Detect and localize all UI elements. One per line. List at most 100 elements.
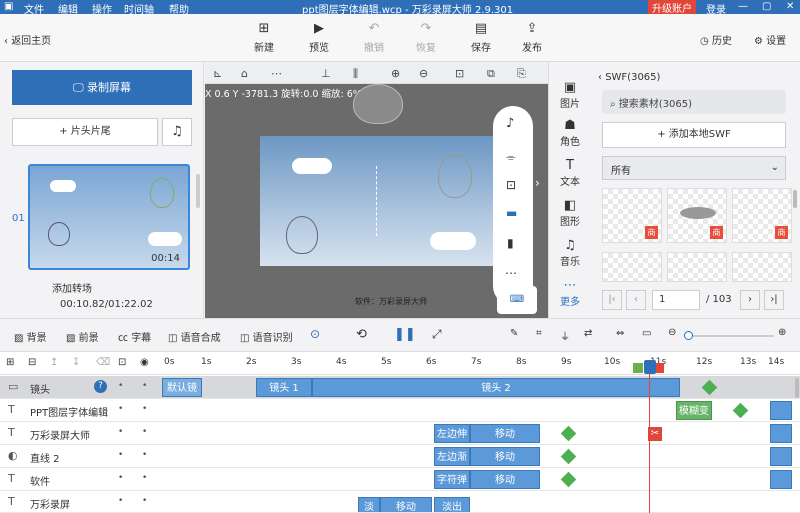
eye-icon[interactable]: ◉ xyxy=(140,357,149,368)
brush-icon[interactable]: ⌯ xyxy=(506,150,516,165)
add-transition-link[interactable]: 添加转场 xyxy=(52,280,92,295)
page-input[interactable]: 1 xyxy=(652,290,700,310)
visibility-dot[interactable]: • xyxy=(118,496,123,506)
device-preview-button[interactable]: ⌨ xyxy=(497,286,537,314)
marker-green[interactable] xyxy=(633,363,643,373)
zoom-out-icon[interactable]: ⊖ xyxy=(419,67,428,80)
adjust-icon[interactable]: ⇄ xyxy=(584,328,592,339)
clip-camera-2[interactable]: 镜头 2 xyxy=(312,378,680,397)
visibility-dot[interactable]: • xyxy=(118,450,123,460)
collapse-arrow-icon[interactable]: › xyxy=(535,176,540,190)
distribute-icon[interactable]: ⫼ xyxy=(353,67,358,81)
clip-left-fade[interactable]: 左边渐 xyxy=(434,447,470,466)
minimize-icon[interactable]: — xyxy=(738,1,748,12)
home-icon[interactable]: ⌂ xyxy=(241,67,248,80)
record-screen-button[interactable]: 🖵 录制屏幕 xyxy=(12,70,192,105)
lock-dot[interactable]: • xyxy=(142,404,147,414)
next-page-button[interactable]: › xyxy=(740,290,760,310)
last-page-button[interactable]: ›| xyxy=(764,290,784,310)
visibility-dot[interactable]: • xyxy=(118,404,123,414)
asset-scrollbar[interactable] xyxy=(793,190,797,208)
category-text[interactable]: T 文本 xyxy=(549,158,591,188)
track-ppt-title[interactable]: T PPT图层字体编辑 • • 模糊变 xyxy=(0,399,800,422)
asset-thumbnail[interactable]: 商 xyxy=(667,188,727,243)
music-button[interactable]: ♫ xyxy=(162,118,192,146)
fullscreen-icon[interactable]: ⤢ xyxy=(432,327,442,342)
keyframe-add-icon[interactable] xyxy=(701,379,718,396)
clip-char-bounce[interactable]: 字符弹 xyxy=(434,470,470,489)
preview-button[interactable]: ▶ 预览 xyxy=(299,22,339,55)
track-brand[interactable]: T 万彩录屏大师 • • 左边伸 移动 ✂ xyxy=(0,422,800,445)
filter-icon[interactable]: ⏚ xyxy=(560,328,570,343)
scene-thumbnail[interactable]: 00:14 xyxy=(28,164,190,270)
pause-icon[interactable]: ❚❚ xyxy=(394,327,416,342)
history-button[interactable]: ◷ 历史 xyxy=(700,32,732,47)
zoom-out-icon[interactable]: ⊖ xyxy=(668,327,676,338)
scissors-icon[interactable]: ✂ xyxy=(648,427,662,441)
phone-icon[interactable]: ▮ xyxy=(507,236,514,250)
category-music[interactable]: ♫ 音乐 xyxy=(549,238,591,268)
category-more[interactable]: ⋯ 更多 xyxy=(549,278,591,308)
asset-thumbnail[interactable] xyxy=(732,252,792,282)
more-icon[interactable]: ⋯ xyxy=(271,67,282,80)
visibility-dot[interactable]: • xyxy=(118,427,123,437)
zoom-in-icon[interactable]: ⊕ xyxy=(391,67,400,80)
lock-dot[interactable]: • xyxy=(142,381,147,391)
keyframe-add-icon[interactable] xyxy=(732,402,749,419)
visibility-dot[interactable]: • xyxy=(118,381,123,391)
asset-thumbnail[interactable] xyxy=(667,252,727,282)
asset-thumbnail[interactable]: 商 xyxy=(602,188,662,243)
lock-dot[interactable]: • xyxy=(142,496,147,506)
help-icon[interactable]: ? xyxy=(94,380,107,393)
new-button[interactable]: ⊞ 新建 xyxy=(244,22,284,55)
asset-filter-select[interactable]: 所有 ⌄ xyxy=(602,156,786,180)
clip-default-camera[interactable]: 默认镜 xyxy=(162,378,202,397)
clip-end[interactable] xyxy=(770,447,792,466)
asset-back-button[interactable]: ‹ SWF(3065) xyxy=(598,72,660,83)
zoom-in-icon[interactable]: ⊕ xyxy=(778,327,786,338)
move-up-icon[interactable]: ↥ xyxy=(50,357,58,368)
clip-end[interactable] xyxy=(770,401,792,420)
paste-icon[interactable]: ⎘ xyxy=(517,67,526,81)
clip-move[interactable]: 移动 xyxy=(380,497,432,512)
folder-icon[interactable]: ⊟ xyxy=(28,357,36,368)
track-wancai[interactable]: T 万彩录屏 • • 淡 移动 淡出 xyxy=(0,491,800,513)
copy-icon[interactable]: ⧉ xyxy=(487,67,495,81)
category-shape[interactable]: ◧ 图形 xyxy=(549,198,591,228)
fit-icon[interactable]: ⇔ xyxy=(616,328,624,339)
settings-button[interactable]: ⚙ 设置 xyxy=(754,32,786,47)
keyframe-add-icon[interactable] xyxy=(560,471,577,488)
add-layer-icon[interactable]: ⊞ xyxy=(6,357,14,368)
lock-icon[interactable]: ⊡ xyxy=(506,178,516,192)
subtitle-button[interactable]: ㏄ 字幕 xyxy=(118,329,151,344)
unlock-icon[interactable]: ⊡ xyxy=(455,67,464,80)
back-home-button[interactable]: ‹ 返回主页 xyxy=(4,32,51,47)
asset-search-input[interactable]: ⌕ 搜索素材(3065) xyxy=(602,90,786,114)
playhead-handle[interactable] xyxy=(644,360,656,374)
publish-button[interactable]: ⇪ 发布 xyxy=(512,22,552,55)
asr-button[interactable]: ◫ 语音识别 xyxy=(240,329,293,344)
tts-button[interactable]: ◫ 语音合成 xyxy=(168,329,221,344)
upgrade-button[interactable]: 升级账户 xyxy=(648,0,696,15)
asset-thumbnail[interactable] xyxy=(602,252,662,282)
move-down-icon[interactable]: ↧ xyxy=(72,357,80,368)
track-software[interactable]: T 软件 • • 字符弹 移动 xyxy=(0,468,800,491)
keyframe-add-icon[interactable] xyxy=(560,425,577,442)
lock-dot[interactable]: • xyxy=(142,427,147,437)
clip-blur-transition[interactable]: 模糊变 xyxy=(676,401,712,420)
more-icon[interactable]: ⋯ xyxy=(505,266,517,280)
maximize-icon[interactable]: ▢ xyxy=(762,1,771,12)
prev-page-button[interactable]: ‹ xyxy=(626,290,646,310)
screen-icon[interactable]: ▬ xyxy=(506,206,517,220)
visibility-dot[interactable]: • xyxy=(118,473,123,483)
lock-icon[interactable]: ⊡ xyxy=(118,357,126,368)
lock-dot[interactable]: • xyxy=(142,473,147,483)
more-icon[interactable]: ⊙ xyxy=(310,327,320,341)
first-page-button[interactable]: |‹ xyxy=(602,290,622,310)
timeline-scrollbar[interactable] xyxy=(795,378,799,398)
marker-red[interactable] xyxy=(656,363,664,373)
undo-button[interactable]: ↶ 撤销 xyxy=(354,22,394,55)
crop-icon[interactable]: ⌗ xyxy=(536,328,542,339)
ratio-icon[interactable]: ▭ xyxy=(642,328,651,339)
foreground-button[interactable]: ▧ 前景 xyxy=(66,329,99,344)
